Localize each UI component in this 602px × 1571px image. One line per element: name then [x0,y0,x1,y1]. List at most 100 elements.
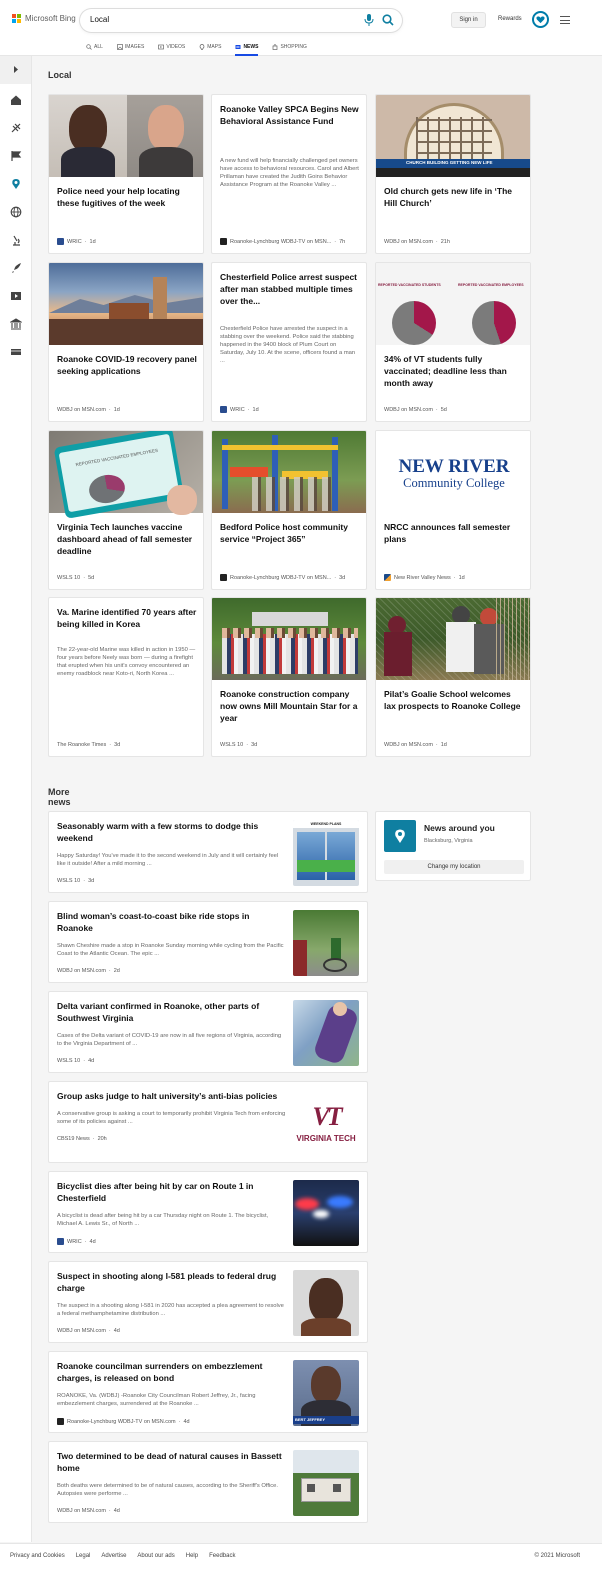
news-card[interactable]: Pilat’s Goalie School welcomes lax prosp… [375,597,531,757]
item-meta: WDBJ on MSN.com · 4d [57,1328,120,1334]
item-title[interactable]: Roanoke councilman surrenders on embezzl… [57,1360,285,1384]
news-card[interactable]: Chesterfield Police arrest suspect after… [211,262,367,422]
more-news-item[interactable]: Blind woman’s coast-to-coast bike ride s… [48,901,368,983]
news-card[interactable]: Police need your help locating these fug… [48,94,204,254]
tab-maps[interactable]: MAPS [199,40,221,54]
news-card[interactable]: REPORTED VACCINATED STUDENTS REPORTED VA… [375,262,531,422]
news-card[interactable]: Roanoke Valley SPCA Begins New Behaviora… [211,94,367,254]
more-news-item[interactable]: Two determined to be dead of natural cau… [48,1441,368,1523]
money-icon[interactable] [10,346,22,358]
card-snippet: The 22-year-old Marine was killed in act… [57,647,196,677]
wric-logo-icon [220,406,227,413]
rewards-badge-icon[interactable] [532,11,549,28]
card-title[interactable]: Pilat’s Goalie School welcomes lax prosp… [384,688,524,712]
tab-all[interactable]: ALL [86,40,103,54]
nrcc-logo-line2: Community College [403,476,505,490]
tab-shopping[interactable]: SHOPPING [272,40,307,54]
news-card[interactable]: CHURCH BUILDING GETTING NEW LIFE Old chu… [375,94,531,254]
microscope-icon[interactable] [10,234,22,246]
card-meta: WRIC · 1d [57,238,96,245]
card-title[interactable]: Old church gets new life in ‘The Hill Ch… [384,185,524,209]
category-sidebar [0,56,32,1542]
rewards-link[interactable]: Rewards [498,16,522,22]
footer: Privacy and Cookies Legal Advertise Abou… [0,1543,602,1571]
location-icon[interactable] [10,178,22,190]
rocket-icon[interactable] [10,262,22,274]
more-news-item[interactable]: Bicyclist dies after being hit by car on… [48,1171,368,1253]
news-card[interactable]: Roanoke construction company now owns Mi… [211,597,367,757]
section-title-more-news: More news [48,787,71,807]
card-title[interactable]: Roanoke COVID-19 recovery panel seeking … [57,353,197,377]
search-input[interactable]: Local [90,15,109,24]
card-title[interactable]: NRCC announces fall semester plans [384,521,524,545]
footer-link-feedback[interactable]: Feedback [209,1553,235,1559]
card-title[interactable]: Bedford Police host community service “P… [220,521,360,545]
card-title[interactable]: Police need your help locating these fug… [57,185,197,209]
menu-icon[interactable] [560,16,570,24]
item-title[interactable]: Delta variant confirmed in Roanoke, othe… [57,1000,285,1024]
globe-icon[interactable] [10,206,22,218]
bing-logo[interactable]: Microsoft Bing [12,14,76,23]
microphone-icon[interactable] [364,14,374,26]
search-tabs: ALL IMAGES VIDEOS MAPS NEWS SHOPPING [86,40,307,56]
tab-images[interactable]: IMAGES [117,40,144,54]
card-title[interactable]: 34% of VT students fully vaccinated; dea… [384,353,524,389]
tab-news[interactable]: NEWS [235,40,259,56]
image-caption: CHURCH BUILDING GETTING NEW LIFE [406,160,493,165]
card-title[interactable]: Va. Marine identified 70 years after bei… [57,606,197,630]
footer-link-help[interactable]: Help [186,1553,198,1559]
item-title[interactable]: Seasonably warm with a few storms to dod… [57,820,285,844]
sign-in-button[interactable]: Sign in [451,12,486,28]
news-card[interactable]: NEW RIVER Community College NRCC announc… [375,430,531,590]
change-location-button[interactable]: Change my location [384,860,524,874]
more-news-item[interactable]: Suspect in shooting along I-581 pleads t… [48,1261,368,1343]
home-icon[interactable] [10,94,22,106]
card-meta: WSLS 10 · 5d [57,575,95,581]
item-thumbnail [293,1450,359,1516]
item-title[interactable]: Bicyclist dies after being hit by car on… [57,1180,285,1204]
more-news-item[interactable]: Delta variant confirmed in Roanoke, othe… [48,991,368,1073]
item-title[interactable]: Blind woman’s coast-to-coast bike ride s… [57,910,285,934]
item-title[interactable]: Suspect in shooting along I-581 pleads t… [57,1270,285,1294]
footer-link-about-ads[interactable]: About our ads [137,1553,174,1559]
news-card[interactable]: Bedford Police host community service “P… [211,430,367,590]
item-thumbnail [293,1000,359,1066]
footer-link-advertise[interactable]: Advertise [101,1553,126,1559]
tab-label: ALL [94,44,103,50]
flag-icon[interactable] [10,150,22,162]
card-title[interactable]: Roanoke construction company now owns Mi… [220,688,360,724]
news-card[interactable]: Roanoke COVID-19 recovery panel seeking … [48,262,204,422]
search-box[interactable]: Local [80,9,402,32]
item-meta: WSLS 10 · 4d [57,1058,95,1064]
tab-label: NEWS [243,44,259,50]
tab-videos[interactable]: VIDEOS [158,40,185,54]
politics-icon[interactable] [10,318,22,330]
wric-logo-icon [57,238,64,245]
search-icon[interactable] [382,14,394,26]
card-title[interactable]: Chesterfield Police arrest suspect after… [220,271,360,307]
footer-link-privacy[interactable]: Privacy and Cookies [10,1553,65,1559]
item-thumbnail [293,1180,359,1246]
news-card[interactable]: Va. Marine identified 70 years after bei… [48,597,204,757]
item-title[interactable]: Two determined to be dead of natural cau… [57,1450,285,1474]
around-location: Blacksburg, Virginia [424,838,473,844]
sidebar-expand[interactable] [0,56,31,84]
tab-label: IMAGES [124,44,145,50]
shopping-bag-icon [273,44,278,50]
news-around-you-card: News around you Blacksburg, Virginia Cha… [375,811,531,881]
science-icon[interactable] [10,122,22,134]
card-title[interactable]: Virginia Tech launches vaccine dashboard… [57,521,197,557]
card-meta: WDBJ on MSN.com · 1d [57,407,120,413]
card-age: 1d [458,574,465,581]
card-meta: WSLS 10 · 3d [220,742,258,748]
card-age: 5d [88,575,95,581]
video-icon[interactable] [10,290,22,302]
card-title[interactable]: Roanoke Valley SPCA Begins New Behaviora… [220,103,360,127]
more-news-item[interactable]: Roanoke councilman surrenders on embezzl… [48,1351,368,1433]
footer-link-legal[interactable]: Legal [76,1553,91,1559]
news-card[interactable]: REPORTED VACCINATED EMPLOYEES Virginia T… [48,430,204,590]
more-news-item[interactable]: Seasonably warm with a few storms to dod… [48,811,368,893]
more-news-item[interactable]: Group asks judge to halt university’s an… [48,1081,368,1163]
card-source: WDBJ on MSN.com [57,407,106,413]
item-title[interactable]: Group asks judge to halt university’s an… [57,1090,285,1102]
